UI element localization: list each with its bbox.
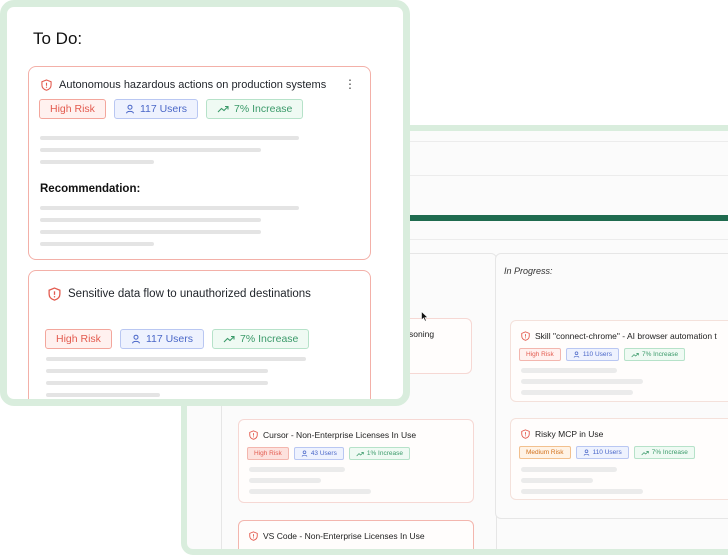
placeholder-line	[40, 148, 261, 152]
shield-alert-icon	[249, 430, 258, 440]
placeholder-line	[46, 369, 268, 373]
users-badge: 110 Users	[575, 446, 629, 459]
shield-alert-icon	[41, 79, 52, 91]
increase-badge: 7% Increase	[212, 329, 310, 349]
users-count: 43 Users	[310, 450, 337, 457]
user-icon	[125, 104, 134, 114]
increase-badge: 7% Increase	[633, 446, 695, 459]
increase-value: 7% Increase	[234, 103, 293, 115]
kebab-menu-icon[interactable]: ⋮	[344, 78, 356, 90]
shield-alert-icon	[521, 331, 530, 341]
increase-badge: 1% Increase	[348, 447, 410, 460]
card-title: Risky MCP in Use	[535, 429, 604, 439]
increase-value: 1% Increase	[366, 450, 403, 457]
card-title: VS Code - Non-Enterprise Licenses In Use	[263, 531, 425, 541]
user-icon	[131, 334, 140, 344]
increase-value: 7% Increase	[651, 449, 688, 456]
trend-up-icon	[356, 451, 364, 456]
card-title: Sensitive data flow to unauthorized dest…	[68, 288, 311, 300]
users-badge: 110 Users	[565, 348, 619, 361]
shield-alert-icon	[521, 429, 530, 439]
placeholder-line	[40, 242, 154, 246]
shield-alert-icon	[48, 287, 61, 301]
issue-card[interactable]: VS Code - Non-Enterprise Licenses In Use	[238, 520, 474, 549]
increase-badge: 7% Increase	[206, 99, 304, 119]
increase-value: 7% Increase	[240, 333, 299, 345]
user-icon	[583, 449, 589, 456]
placeholder-line	[40, 160, 154, 164]
users-badge: 43 Users	[293, 447, 344, 460]
users-badge: 117 Users	[113, 99, 199, 119]
trend-up-icon	[223, 335, 235, 343]
issue-card[interactable]: Skill "connect-chrome" - AI browser auto…	[510, 320, 728, 402]
placeholder-line	[521, 379, 643, 384]
users-count: 117 Users	[145, 333, 194, 345]
placeholder-line	[40, 206, 299, 210]
users-count: 117 Users	[139, 103, 188, 115]
in-progress-column: In Progress: Skill "connect-chrome" - AI…	[495, 253, 728, 519]
risk-badge: High Risk	[39, 99, 106, 119]
placeholder-line	[40, 230, 261, 234]
issue-card[interactable]: Cursor - Non-Enterprise Licenses In Use …	[238, 419, 474, 503]
card-title: Cursor - Non-Enterprise Licenses In Use	[263, 430, 417, 440]
placeholder-line	[249, 467, 345, 472]
issue-card[interactable]: Sensitive data flow to unauthorized dest…	[28, 270, 371, 399]
placeholder-line	[249, 489, 371, 494]
placeholder-line	[46, 381, 268, 385]
placeholder-line	[521, 368, 617, 373]
placeholder-line	[521, 478, 593, 483]
todo-panel: To Do: Autonomous hazardous actions on p…	[0, 0, 410, 406]
users-count: 110 Users	[582, 351, 612, 358]
users-badge: 117 Users	[119, 329, 205, 349]
card-title: Skill "connect-chrome" - AI browser auto…	[535, 331, 717, 341]
panel-title: To Do:	[33, 29, 83, 48]
placeholder-line	[46, 393, 160, 397]
user-icon	[301, 450, 308, 457]
placeholder-line	[40, 136, 299, 140]
card-title: soning	[409, 329, 435, 339]
placeholder-line	[521, 489, 643, 494]
trend-up-icon	[217, 105, 229, 113]
risk-badge: High Risk	[247, 447, 289, 460]
trend-up-icon	[631, 352, 639, 357]
risk-badge: High Risk	[519, 348, 561, 361]
shield-alert-icon	[249, 531, 258, 541]
users-count: 110 Users	[592, 449, 622, 456]
recommendation-heading: Recommendation:	[40, 183, 141, 195]
placeholder-line	[521, 467, 617, 472]
issue-card[interactable]: Autonomous hazardous actions on producti…	[28, 66, 371, 260]
user-icon	[573, 351, 580, 358]
issue-card[interactable]: Risky MCP in Use Medium Risk 110 Users 7…	[510, 418, 728, 500]
increase-value: 7% Increase	[641, 351, 679, 358]
placeholder-line	[521, 390, 633, 395]
trend-up-icon	[641, 450, 649, 455]
placeholder-line	[46, 357, 306, 361]
card-title: Autonomous hazardous actions on producti…	[59, 79, 327, 91]
risk-badge: High Risk	[45, 329, 112, 349]
mouse-cursor-icon	[421, 311, 429, 322]
increase-badge: 7% Increase	[623, 348, 686, 361]
placeholder-line	[249, 478, 321, 483]
placeholder-line	[40, 218, 261, 222]
column-title: In Progress:	[504, 266, 553, 276]
risk-badge: Medium Risk	[519, 446, 571, 459]
